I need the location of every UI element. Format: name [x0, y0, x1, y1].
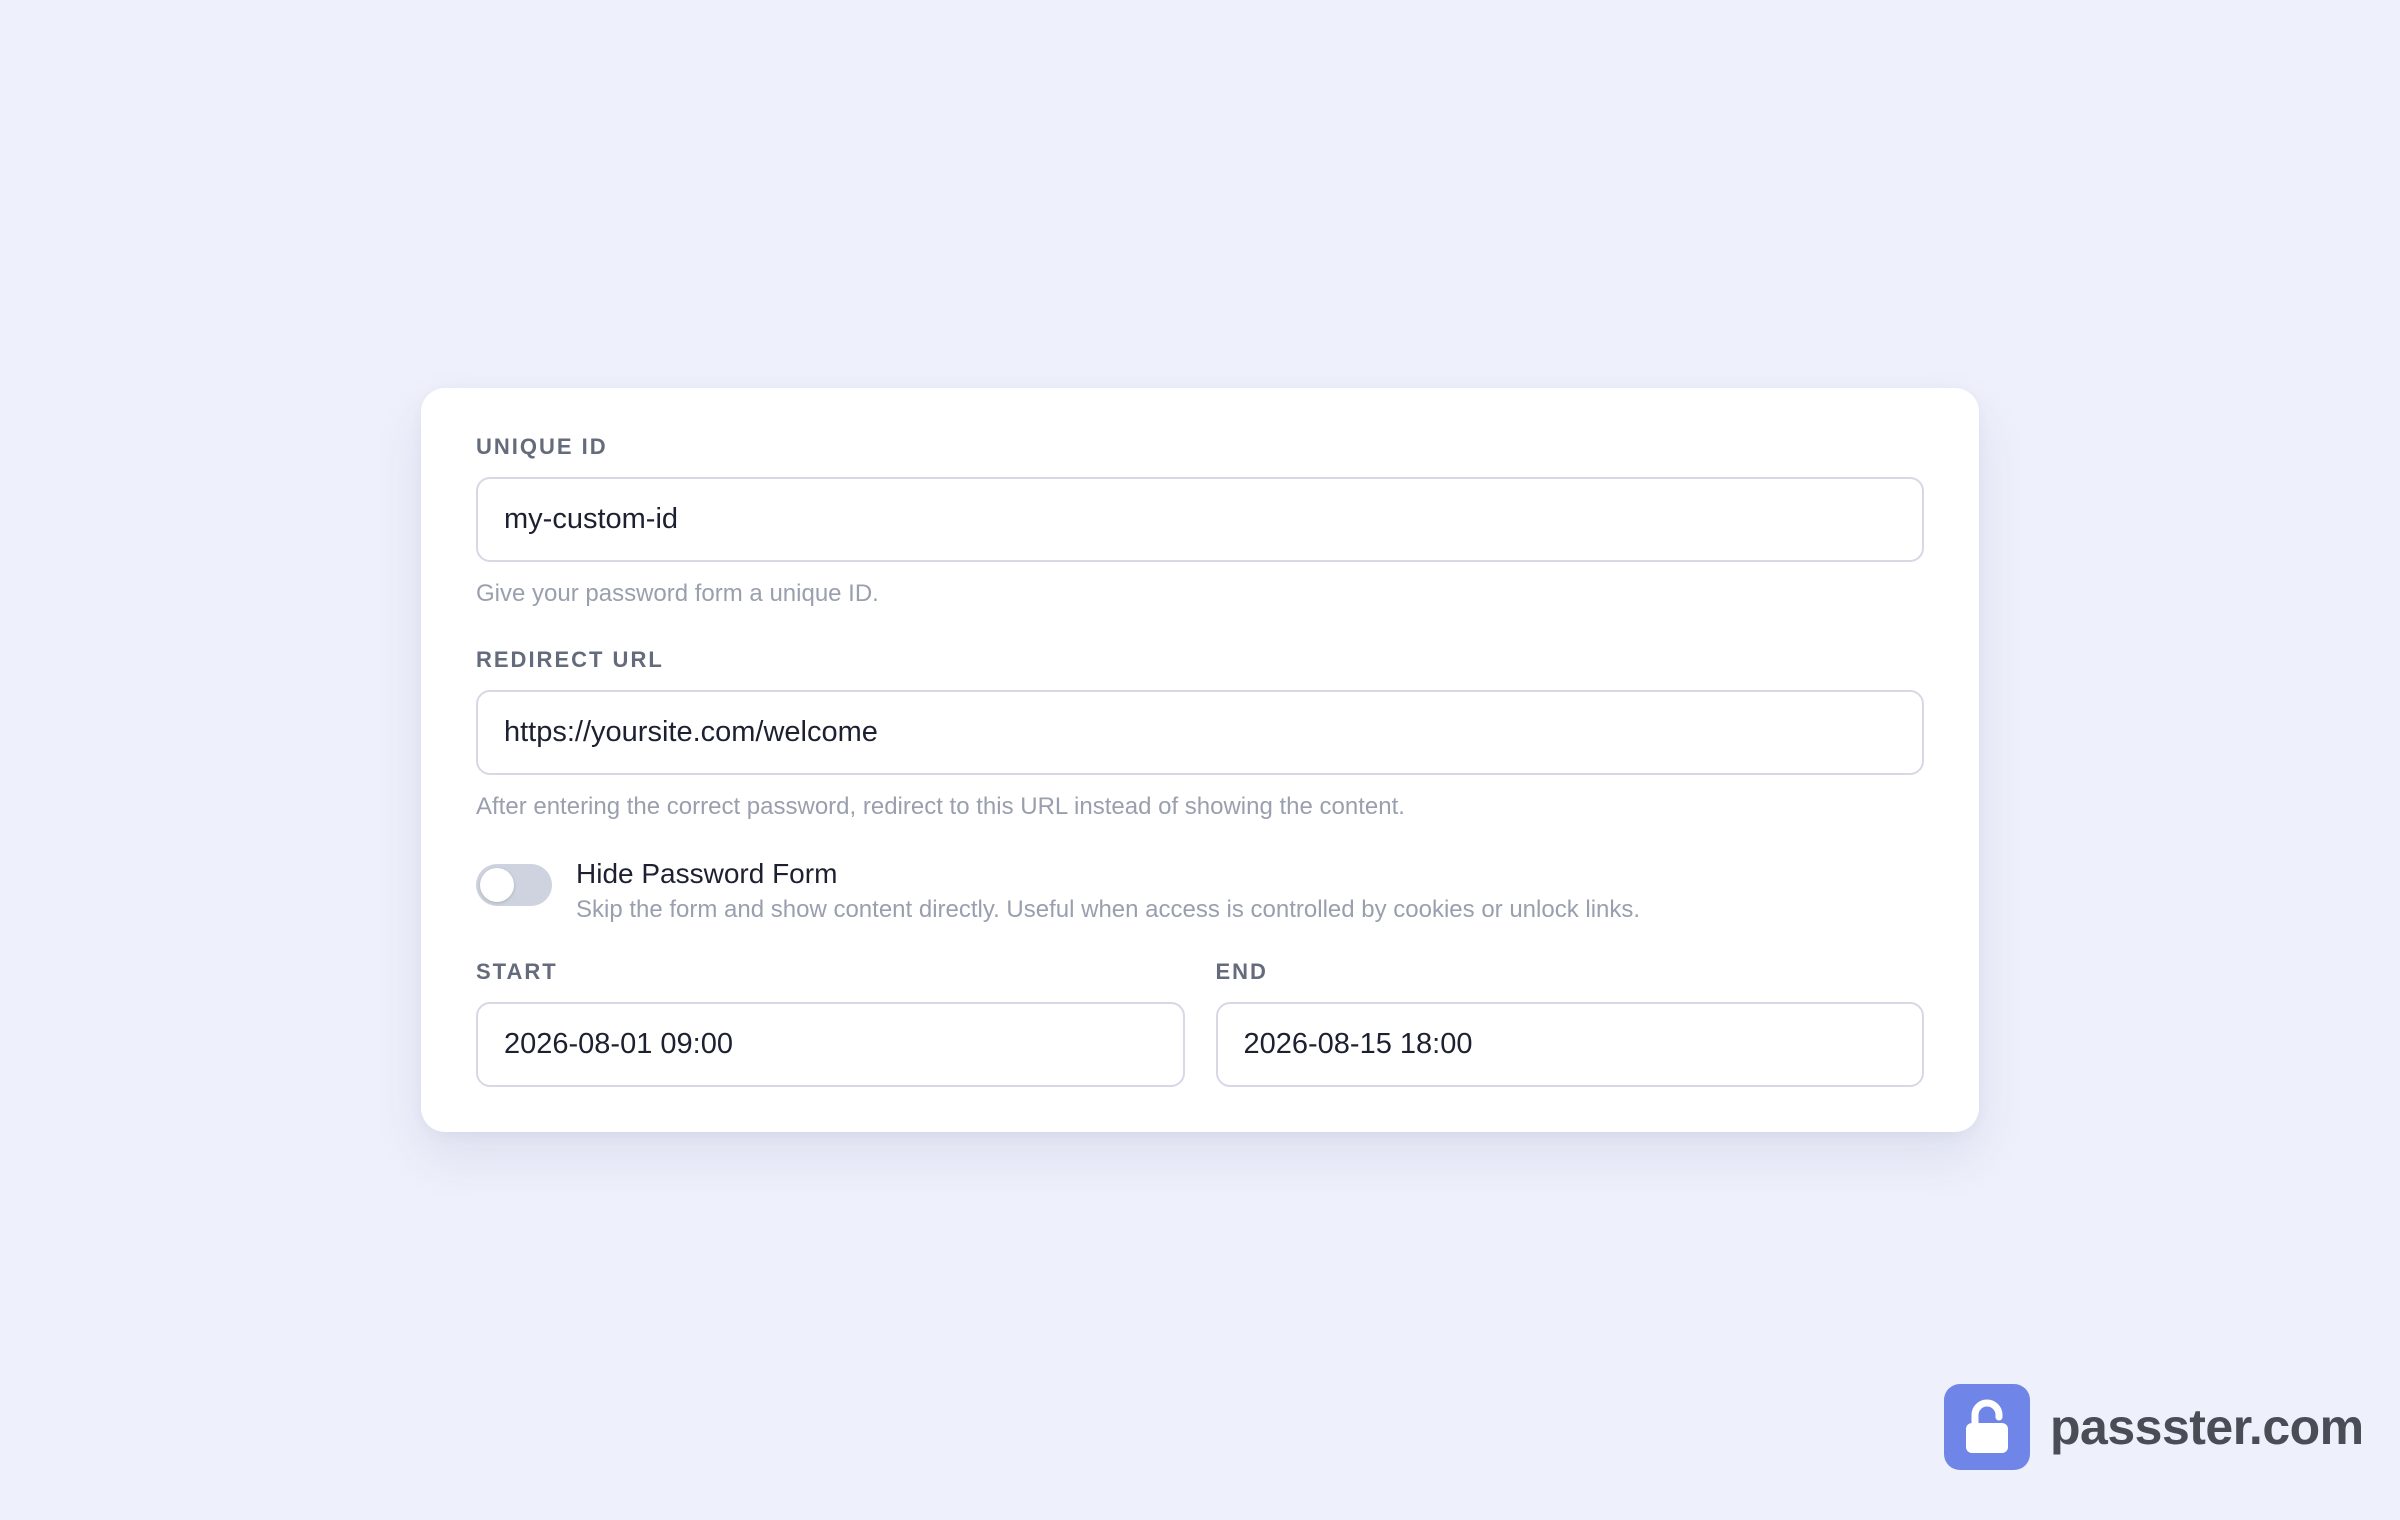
end-column: END: [1215, 959, 1924, 1087]
end-label: END: [1215, 959, 1268, 984]
hide-password-form-toggle[interactable]: [476, 864, 552, 906]
start-label: START: [476, 959, 558, 984]
toggle-knob: [480, 868, 514, 902]
hide-password-form-description: Skip the form and show content directly.…: [576, 896, 1641, 923]
lock-icon: [1944, 1384, 2030, 1470]
unique-id-help: Give your password form a unique ID.: [476, 580, 879, 607]
settings-card: UNIQUE ID Give your password form a uniq…: [421, 388, 1979, 1132]
redirect-url-help: After entering the correct password, red…: [476, 793, 1405, 820]
brand-name: passster.com: [2050, 1399, 2364, 1455]
end-datetime-input[interactable]: [1215, 1002, 1924, 1087]
schedule-row: START END: [476, 959, 1924, 1087]
toggle-text-group: Hide Password Form Skip the form and sho…: [576, 857, 1640, 925]
unique-id-label: UNIQUE ID: [476, 434, 608, 459]
brand-logo: passster.com: [1944, 1384, 2364, 1470]
unique-id-input[interactable]: [476, 477, 1924, 562]
start-column: START: [476, 959, 1185, 1087]
hide-password-form-label: Hide Password Form: [576, 858, 838, 889]
redirect-url-label: REDIRECT URL: [476, 647, 664, 672]
start-datetime-input[interactable]: [476, 1002, 1185, 1087]
hide-form-toggle-row: Hide Password Form Skip the form and sho…: [476, 857, 1924, 925]
redirect-url-input[interactable]: [476, 690, 1924, 775]
